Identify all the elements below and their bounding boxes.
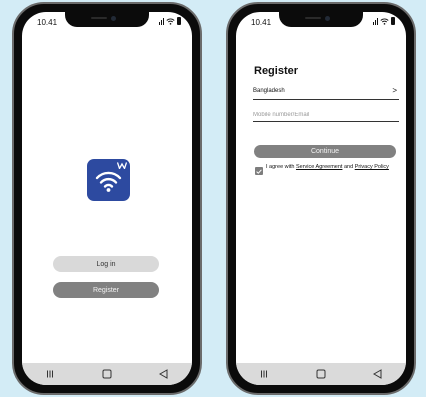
agreement-text: I agree with Service Agreement and Priva… xyxy=(266,164,401,171)
home-screen: 10.41 Log in Register xyxy=(22,12,192,385)
chevron-right-icon: > xyxy=(392,86,397,95)
signal-icon xyxy=(159,18,164,25)
status-time: 10.41 xyxy=(37,18,58,27)
back-icon[interactable] xyxy=(152,366,176,382)
country-name: Bangladesh xyxy=(253,88,285,94)
signal-icon xyxy=(373,18,378,25)
login-button[interactable]: Log in xyxy=(53,256,159,272)
phone-notch xyxy=(279,12,363,27)
service-agreement-link[interactable]: Service Agreement xyxy=(296,164,342,170)
battery-icon xyxy=(391,17,395,25)
back-icon[interactable] xyxy=(366,366,390,382)
status-icons xyxy=(373,17,395,25)
mobile-email-input[interactable] xyxy=(253,109,399,122)
nav-bar xyxy=(236,363,406,385)
register-button[interactable]: Register xyxy=(53,282,159,298)
agree-prefix: I agree with xyxy=(266,164,295,170)
home-icon[interactable] xyxy=(309,366,333,382)
check-icon xyxy=(256,168,262,174)
battery-icon xyxy=(177,17,181,25)
page-title: Register xyxy=(254,65,299,77)
status-icons xyxy=(159,17,181,25)
phone-register: 10.41 Register Bangladesh > Continue I a… xyxy=(226,2,416,395)
register-screen: 10.41 Register Bangladesh > Continue I a… xyxy=(236,12,406,385)
app-logo xyxy=(87,159,130,201)
agree-checkbox[interactable] xyxy=(255,167,263,175)
wifi-icon xyxy=(166,18,175,25)
and-text: and xyxy=(343,164,354,170)
recent-apps-icon[interactable] xyxy=(38,366,62,382)
recent-apps-icon[interactable] xyxy=(252,366,276,382)
home-icon[interactable] xyxy=(95,366,119,382)
status-time: 10.41 xyxy=(251,18,272,27)
privacy-policy-link[interactable]: Privacy Policy xyxy=(355,164,389,170)
w-letter-mark-icon xyxy=(117,162,127,169)
nav-bar xyxy=(22,363,192,385)
phone-notch xyxy=(65,12,149,27)
phone-home: 10.41 Log in Register xyxy=(12,2,202,395)
wifi-icon xyxy=(380,18,389,25)
continue-button[interactable]: Continue xyxy=(254,145,396,158)
country-selector[interactable]: Bangladesh > xyxy=(253,86,399,100)
